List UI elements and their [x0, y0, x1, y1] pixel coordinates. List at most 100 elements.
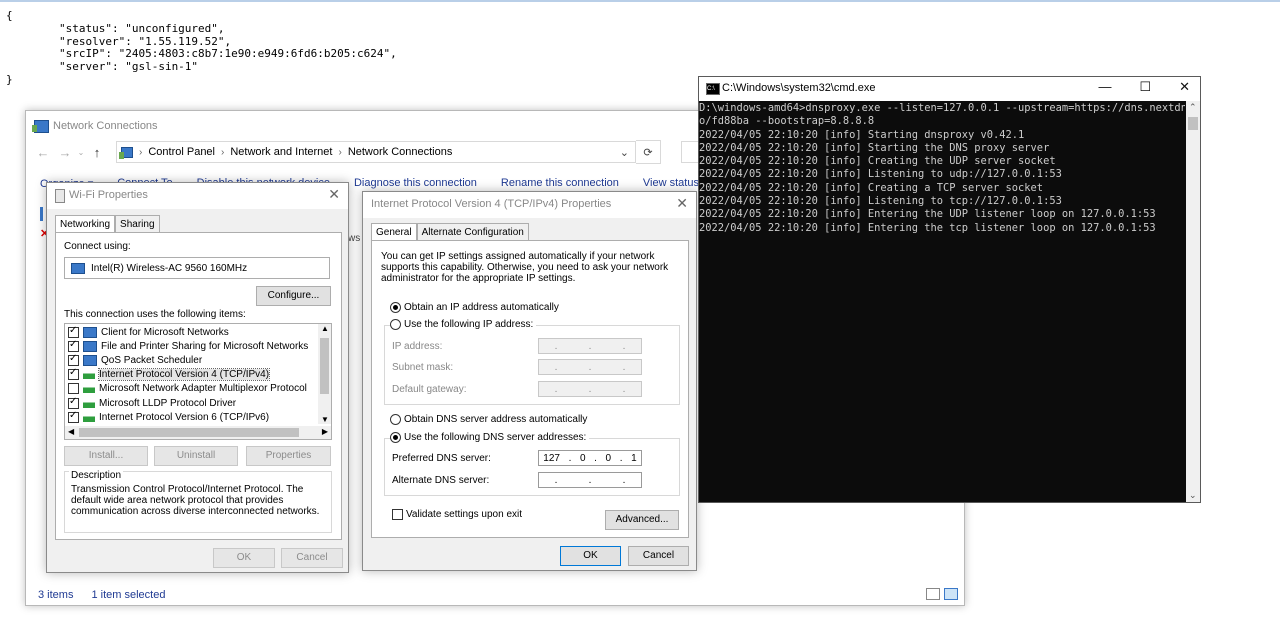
up-arrow-icon[interactable]: ↑: [86, 145, 108, 160]
tab-sharing[interactable]: Sharing: [115, 215, 160, 233]
address-bar[interactable]: › Control Panel › Network and Internet ›…: [116, 141, 636, 163]
use-ip-radio[interactable]: [390, 319, 401, 330]
alternate-dns-field[interactable]: ...: [538, 472, 642, 488]
ok-button[interactable]: OK: [213, 548, 275, 568]
chevron-down-icon[interactable]: ⌄: [620, 146, 629, 159]
cmd-scrollbar[interactable]: ⌃ ⌄: [1186, 101, 1200, 502]
use-dns-option[interactable]: Use the following DNS server addresses:: [390, 432, 590, 443]
item-checkbox[interactable]: [68, 325, 79, 338]
configure-button[interactable]: Configure...: [256, 286, 331, 306]
large-icons-view-icon[interactable]: [944, 588, 958, 600]
list-item[interactable]: Internet Protocol Version 4 (TCP/IPv4): [68, 367, 313, 382]
item-label: Internet Protocol Version 6 (TCP/IPv6): [99, 411, 270, 423]
list-horizontal-scrollbar[interactable]: ◀ ▶: [65, 426, 331, 439]
advanced-button[interactable]: Advanced...: [605, 510, 679, 530]
json-response-text: { "status": "unconfigured", "resolver": …: [6, 9, 397, 86]
hscrollbar-thumb[interactable]: [79, 428, 299, 437]
default-gateway-field[interactable]: ...: [538, 381, 642, 397]
rename-button[interactable]: Rename this connection: [501, 177, 619, 190]
preferred-dns-field[interactable]: 127. 0. 0. 1: [538, 450, 642, 466]
list-item[interactable]: Microsoft LLDP Protocol Driver: [68, 396, 313, 410]
close-icon[interactable]: ✕: [676, 195, 688, 212]
network-client-icon: [83, 326, 97, 338]
refresh-icon: ⟳: [643, 146, 653, 159]
item-count: 3 items: [38, 589, 74, 601]
scroll-down-icon[interactable]: ⌄: [1189, 490, 1197, 501]
obtain-ip-label: Obtain an IP address automatically: [404, 302, 559, 313]
list-vertical-scrollbar[interactable]: ▲ ▼: [318, 324, 331, 424]
subnet-mask-field[interactable]: ...: [538, 359, 642, 375]
scroll-right-icon[interactable]: ▶: [322, 427, 328, 436]
items-label: This connection uses the following items…: [64, 309, 246, 320]
dropdown-arrow-icon[interactable]: ⌄: [76, 148, 86, 157]
item-checkbox[interactable]: [68, 353, 79, 366]
scroll-up-icon[interactable]: ▲: [321, 324, 329, 333]
item-checkbox[interactable]: [68, 396, 79, 409]
list-item[interactable]: Microsoft Network Adapter Multiplexor Pr…: [68, 382, 313, 396]
networking-panel: Connect using: Intel(R) Wireless-AC 9560…: [55, 232, 342, 540]
ok-button[interactable]: OK: [560, 546, 621, 566]
scroll-down-icon[interactable]: ▼: [321, 415, 329, 424]
install-button[interactable]: Install...: [64, 446, 148, 466]
ipv4-dialog-title-bar: Internet Protocol Version 4 (TCP/IPv4) P…: [363, 192, 696, 218]
scrollbar-thumb[interactable]: [320, 338, 329, 394]
close-icon[interactable]: ✕: [328, 186, 340, 203]
list-item[interactable]: File and Printer Sharing for Microsoft N…: [68, 339, 313, 353]
top-accent-line: [0, 0, 1280, 2]
ipv4-properties-dialog: Internet Protocol Version 4 (TCP/IPv4) P…: [362, 191, 697, 571]
item-checkbox[interactable]: [68, 410, 79, 423]
general-panel: You can get IP settings assigned automat…: [371, 240, 689, 538]
scroll-up-icon[interactable]: ⌃: [1189, 102, 1197, 113]
use-ip-option[interactable]: Use the following IP address:: [390, 319, 537, 330]
list-item[interactable]: Client for Microsoft Networks: [68, 325, 313, 339]
obtain-dns-option[interactable]: Obtain DNS server address automatically: [390, 414, 587, 425]
validate-option[interactable]: Validate settings upon exit: [392, 509, 522, 520]
cancel-button[interactable]: Cancel: [281, 548, 343, 568]
chevron-right-icon: ›: [139, 146, 143, 158]
uninstall-button[interactable]: Uninstall: [154, 446, 238, 466]
forward-arrow-icon[interactable]: →: [54, 145, 76, 160]
network-adapter-icon[interactable]: [40, 207, 43, 221]
scroll-left-icon[interactable]: ◀: [68, 427, 74, 436]
cmd-app-icon: C:\: [706, 83, 720, 95]
details-view-icon[interactable]: [926, 588, 940, 600]
subnet-mask-label: Subnet mask:: [392, 362, 454, 373]
cmd-title: C:\Windows\system32\cmd.exe: [722, 82, 876, 94]
tab-networking[interactable]: Networking: [55, 215, 116, 233]
use-dns-radio[interactable]: [390, 432, 401, 443]
back-arrow-icon[interactable]: ←: [32, 145, 54, 160]
network-connections-icon: [32, 119, 49, 133]
tab-alternate-configuration[interactable]: Alternate Configuration: [416, 223, 529, 241]
obtain-ip-radio[interactable]: [390, 302, 401, 313]
close-icon[interactable]: ✕: [1179, 79, 1190, 95]
breadcrumb-network-connections[interactable]: Network Connections: [348, 146, 453, 158]
item-label: File and Printer Sharing for Microsoft N…: [101, 340, 309, 352]
list-item[interactable]: QoS Packet Scheduler: [68, 353, 313, 367]
adapter-field: Intel(R) Wireless-AC 9560 160MHz: [64, 257, 330, 279]
item-checkbox[interactable]: [68, 383, 79, 395]
validate-checkbox[interactable]: [392, 509, 403, 520]
diagnose-button[interactable]: Diagnose this connection: [354, 177, 477, 190]
scrollbar-thumb[interactable]: [1188, 117, 1198, 130]
obtain-ip-option[interactable]: Obtain an IP address automatically: [390, 302, 559, 313]
tab-general[interactable]: General: [371, 223, 417, 241]
refresh-button[interactable]: ⟳: [636, 140, 661, 164]
octet-2: 0: [579, 452, 586, 464]
minimize-icon[interactable]: —: [1098, 79, 1111, 95]
network-client-icon: [83, 354, 97, 366]
breadcrumb-network-internet[interactable]: Network and Internet: [230, 146, 332, 158]
cancel-button[interactable]: Cancel: [628, 546, 689, 566]
breadcrumb-control-panel[interactable]: Control Panel: [148, 146, 215, 158]
list-item[interactable]: Internet Protocol Version 6 (TCP/IPv6): [68, 410, 313, 424]
properties-button[interactable]: Properties: [246, 446, 331, 466]
console-output[interactable]: D:\windows-amd64>dnsproxy.exe --listen=1…: [699, 102, 1185, 500]
status-bar: 3 items 1 item selected: [38, 589, 165, 601]
item-label: Microsoft LLDP Protocol Driver: [99, 397, 237, 409]
ip-address-field[interactable]: ...: [538, 338, 642, 354]
item-checkbox[interactable]: [68, 339, 79, 352]
preferred-dns-label: Preferred DNS server:: [392, 453, 491, 464]
item-checkbox[interactable]: [68, 367, 79, 381]
obtain-dns-radio[interactable]: [390, 414, 401, 425]
network-adapter-icon: [71, 262, 85, 274]
maximize-icon[interactable]: ☐: [1139, 79, 1151, 95]
